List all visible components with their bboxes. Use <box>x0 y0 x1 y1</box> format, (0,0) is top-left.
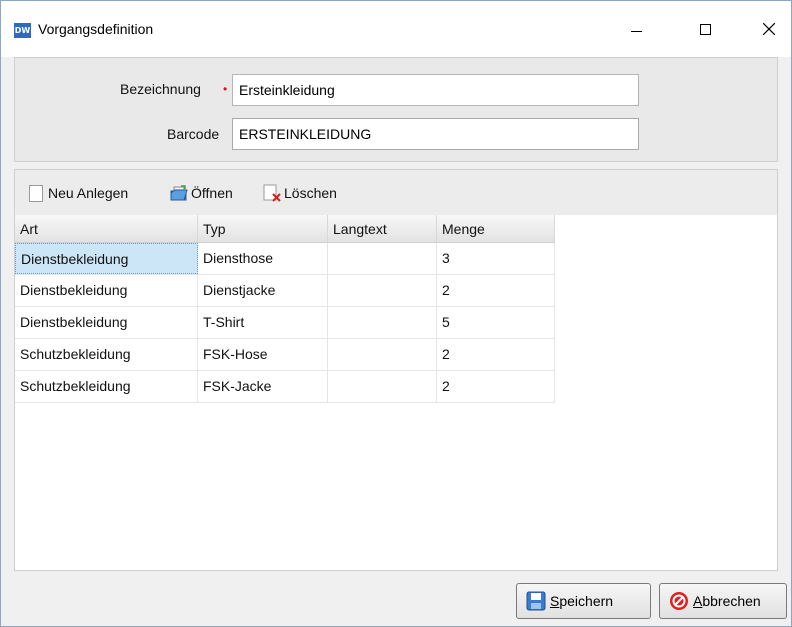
table-cell-typ[interactable]: Diensthose <box>198 243 328 274</box>
app-logo-icon: DW <box>14 23 31 38</box>
delete-icon <box>263 184 281 202</box>
cancel-button-label: bbrechen <box>702 593 761 609</box>
delete-button[interactable]: Löschen <box>263 182 337 204</box>
save-button-mnemonic: S <box>550 593 560 609</box>
dialog-window: DW Vorgangsdefinition Bezeichnung • Barc… <box>0 0 792 627</box>
open-button-label: Öffnen <box>191 185 233 201</box>
window-title: Vorgangsdefinition <box>38 21 154 37</box>
open-button[interactable]: Öffnen <box>170 182 233 204</box>
table-cell-menge[interactable]: 2 <box>437 371 555 402</box>
table-row[interactable]: Schutzbekleidung FSK-Jacke 2 <box>15 371 555 403</box>
close-icon <box>763 23 775 35</box>
save-button[interactable]: Speichern <box>516 583 651 619</box>
table-row[interactable]: Dienstbekleidung Dienstjacke 2 <box>15 275 555 307</box>
table-cell-art[interactable]: Schutzbekleidung <box>15 339 198 370</box>
new-document-icon <box>29 184 43 202</box>
table-cell-langtext[interactable] <box>328 243 437 274</box>
delete-button-label: Löschen <box>284 185 337 201</box>
table-cell-typ[interactable]: FSK-Jacke <box>198 371 328 402</box>
table-header: Art Typ Langtext Menge <box>15 215 555 243</box>
maximize-icon <box>700 24 711 35</box>
table-cell-langtext[interactable] <box>328 371 437 402</box>
table-row[interactable]: Dienstbekleidung Diensthose 3 <box>15 243 555 275</box>
items-table: Art Typ Langtext Menge Dienstbekleidung … <box>15 215 555 403</box>
table-cell-menge[interactable]: 2 <box>437 275 555 306</box>
cancel-button[interactable]: Abbrechen <box>659 583 787 619</box>
column-header-menge[interactable]: Menge <box>437 215 555 242</box>
required-marker: • <box>223 82 228 96</box>
minimize-icon <box>631 31 642 32</box>
table-cell-art[interactable]: Dienstbekleidung <box>15 307 198 338</box>
items-panel: Neu Anlegen Öffnen Löschen Art Typ Langt… <box>14 169 778 571</box>
column-header-art[interactable]: Art <box>15 215 198 242</box>
table-cell-menge[interactable]: 3 <box>437 243 555 274</box>
table-cell-langtext[interactable] <box>328 307 437 338</box>
title-bar[interactable]: DW Vorgangsdefinition <box>1 1 791 57</box>
table-cell-typ[interactable]: Dienstjacke <box>198 275 328 306</box>
bezeichnung-label: Bezeichnung <box>120 81 201 97</box>
cancel-button-mnemonic: A <box>693 593 703 609</box>
save-disk-icon <box>526 591 546 611</box>
barcode-input[interactable] <box>232 118 639 150</box>
table-cell-art[interactable]: Schutzbekleidung <box>15 371 198 402</box>
table-cell-typ[interactable]: FSK-Hose <box>198 339 328 370</box>
close-button[interactable] <box>746 11 792 47</box>
cancel-icon <box>669 591 689 611</box>
new-button-label: Neu Anlegen <box>48 185 129 201</box>
table-cell-langtext[interactable] <box>328 339 437 370</box>
table-cell-menge[interactable]: 5 <box>437 307 555 338</box>
table-cell-art[interactable]: Dienstbekleidung <box>15 275 198 306</box>
maximize-button[interactable] <box>682 11 728 47</box>
table-cell-langtext[interactable] <box>328 275 437 306</box>
column-header-typ[interactable]: Typ <box>198 215 328 242</box>
save-button-label: peichern <box>559 593 614 609</box>
table-cell-art[interactable]: Dienstbekleidung <box>15 243 198 274</box>
table-row[interactable]: Schutzbekleidung FSK-Hose 2 <box>15 339 555 371</box>
table-row[interactable]: Dienstbekleidung T-Shirt 5 <box>15 307 555 339</box>
barcode-label: Barcode <box>167 126 220 142</box>
items-toolbar: Neu Anlegen Öffnen Löschen <box>15 170 777 215</box>
column-header-langtext[interactable]: Langtext <box>328 215 437 242</box>
table-cell-typ[interactable]: T-Shirt <box>198 307 328 338</box>
new-button[interactable]: Neu Anlegen <box>29 182 128 204</box>
bezeichnung-input[interactable] <box>232 74 639 106</box>
open-folder-icon <box>170 184 188 202</box>
table-cell-menge[interactable]: 2 <box>437 339 555 370</box>
minimize-button[interactable] <box>613 11 659 47</box>
header-form-panel: Bezeichnung • Barcode <box>14 57 778 162</box>
